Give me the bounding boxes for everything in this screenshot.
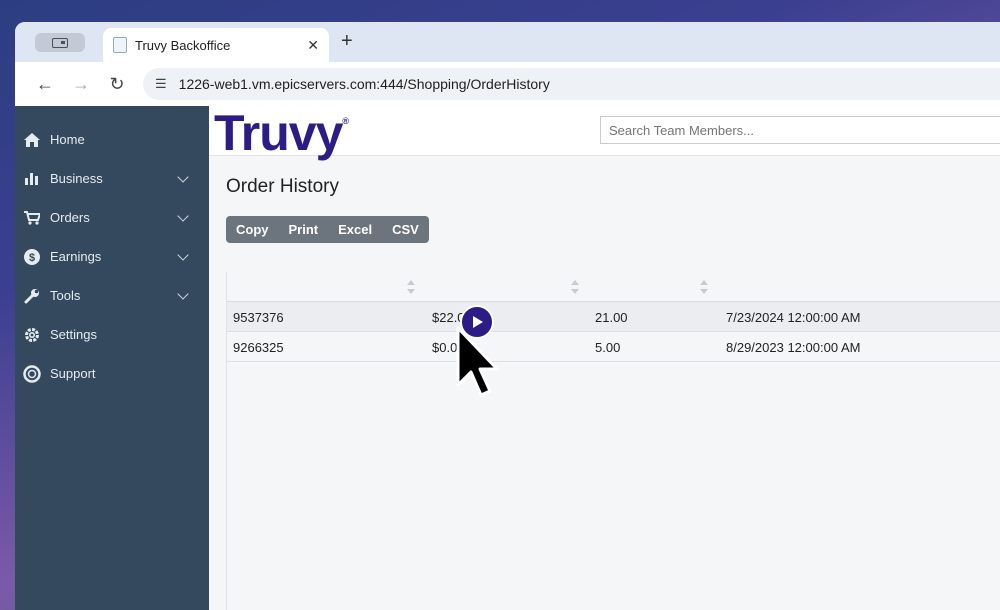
bar-chart-icon: [23, 171, 41, 187]
sort-icon[interactable]: [571, 280, 579, 294]
home-icon: [23, 132, 41, 148]
sort-icon[interactable]: [407, 280, 415, 294]
print-button[interactable]: Print: [279, 216, 329, 243]
chevron-down-icon: [177, 287, 189, 300]
logo-text: Truvy: [214, 105, 343, 161]
main-area: Truvy® Order History Copy Print Excel CS…: [209, 105, 1000, 610]
svg-text:$: $: [29, 252, 35, 264]
cart-icon: [23, 210, 41, 226]
registered-mark: ®: [342, 116, 349, 126]
window-switcher-button[interactable]: [35, 33, 85, 52]
favicon-icon: [113, 37, 127, 53]
copy-button[interactable]: Copy: [226, 216, 279, 243]
sidebar-item-earnings[interactable]: $ Earnings: [15, 237, 209, 276]
lifebuoy-icon: [23, 364, 41, 383]
dollar-icon: $: [23, 248, 41, 265]
sort-icon[interactable]: [700, 280, 708, 294]
wrench-icon: [23, 288, 41, 304]
date-cell: 8/29/2023 12:00:00 AM: [726, 340, 861, 355]
url-text: 1226-web1.vm.epicservers.com:444/Shoppin…: [178, 76, 550, 92]
back-arrow-icon[interactable]: ←: [27, 74, 63, 95]
sidebar-item-label: Support: [50, 366, 96, 381]
mouse-cursor-icon: [456, 326, 499, 397]
volume-cell: 21.00: [595, 310, 628, 325]
gear-icon: [23, 327, 41, 343]
amount-cell: $0.0: [432, 340, 458, 355]
table-row[interactable]: 9537376 $22.00 21.00 7/23/2024 12:00:00 …: [227, 302, 1000, 332]
sidebar-item-label: Business: [50, 171, 103, 186]
sidebar: Home Business Orders $ Earnings Tools Se…: [15, 106, 209, 610]
table-header-row: [227, 272, 1000, 302]
chevron-down-icon: [177, 248, 189, 261]
chevron-down-icon: [177, 209, 189, 222]
sidebar-item-support[interactable]: Support: [15, 354, 209, 393]
top-header: Truvy®: [209, 105, 1000, 161]
table-row[interactable]: 9266325 $0.0 5.00 8/29/2023 12:00:00 AM: [227, 332, 1000, 362]
order-id-cell: 9537376: [233, 310, 284, 325]
chevron-down-icon: [177, 170, 189, 183]
sidebar-item-business[interactable]: Business: [15, 159, 209, 198]
sidebar-item-label: Settings: [50, 327, 97, 342]
date-cell: 7/23/2024 12:00:00 AM: [726, 310, 861, 325]
sidebar-item-label: Home: [50, 132, 85, 147]
tab-close-icon[interactable]: ✕: [307, 37, 319, 54]
page-content: Home Business Orders $ Earnings Tools Se…: [15, 105, 1000, 610]
browser-toolbar: ← → ↻ ☰ 1226-web1.vm.epicservers.com:444…: [15, 62, 1000, 106]
sidebar-item-label: Earnings: [50, 249, 102, 264]
tab-title: Truvy Backoffice: [135, 37, 231, 53]
volume-cell: 5.00: [595, 340, 621, 355]
profile-window-icon: [52, 37, 68, 48]
truvy-logo[interactable]: Truvy®: [214, 104, 349, 162]
sidebar-item-orders[interactable]: Orders: [15, 198, 209, 237]
forward-arrow-icon[interactable]: →: [63, 74, 99, 95]
browser-tab[interactable]: Truvy Backoffice ✕: [103, 28, 329, 62]
sidebar-item-label: Orders: [50, 210, 90, 225]
reload-icon[interactable]: ↻: [99, 74, 135, 95]
sidebar-item-tools[interactable]: Tools: [15, 276, 209, 315]
browser-window: Truvy Backoffice ✕ + ← → ↻ ☰ 1226-web1.v…: [15, 22, 1000, 610]
order-id-cell: 9266325: [233, 340, 284, 355]
site-settings-icon[interactable]: ☰: [155, 76, 167, 92]
sidebar-item-label: Tools: [50, 288, 81, 303]
tab-bar: Truvy Backoffice ✕ +: [15, 22, 1000, 62]
excel-button[interactable]: Excel: [328, 216, 382, 243]
search-team-input[interactable]: [600, 116, 1000, 144]
csv-button[interactable]: CSV: [382, 216, 429, 243]
address-bar[interactable]: ☰ 1226-web1.vm.epicservers.com:444/Shopp…: [143, 68, 1000, 100]
export-button-group: Copy Print Excel CSV: [226, 216, 429, 243]
sidebar-item-settings[interactable]: Settings: [15, 315, 209, 354]
new-tab-button[interactable]: +: [341, 30, 353, 53]
page-title: Order History: [226, 176, 339, 197]
sidebar-item-home[interactable]: Home: [15, 120, 209, 159]
order-history-table: 9537376 $22.00 21.00 7/23/2024 12:00:00 …: [226, 272, 1000, 610]
